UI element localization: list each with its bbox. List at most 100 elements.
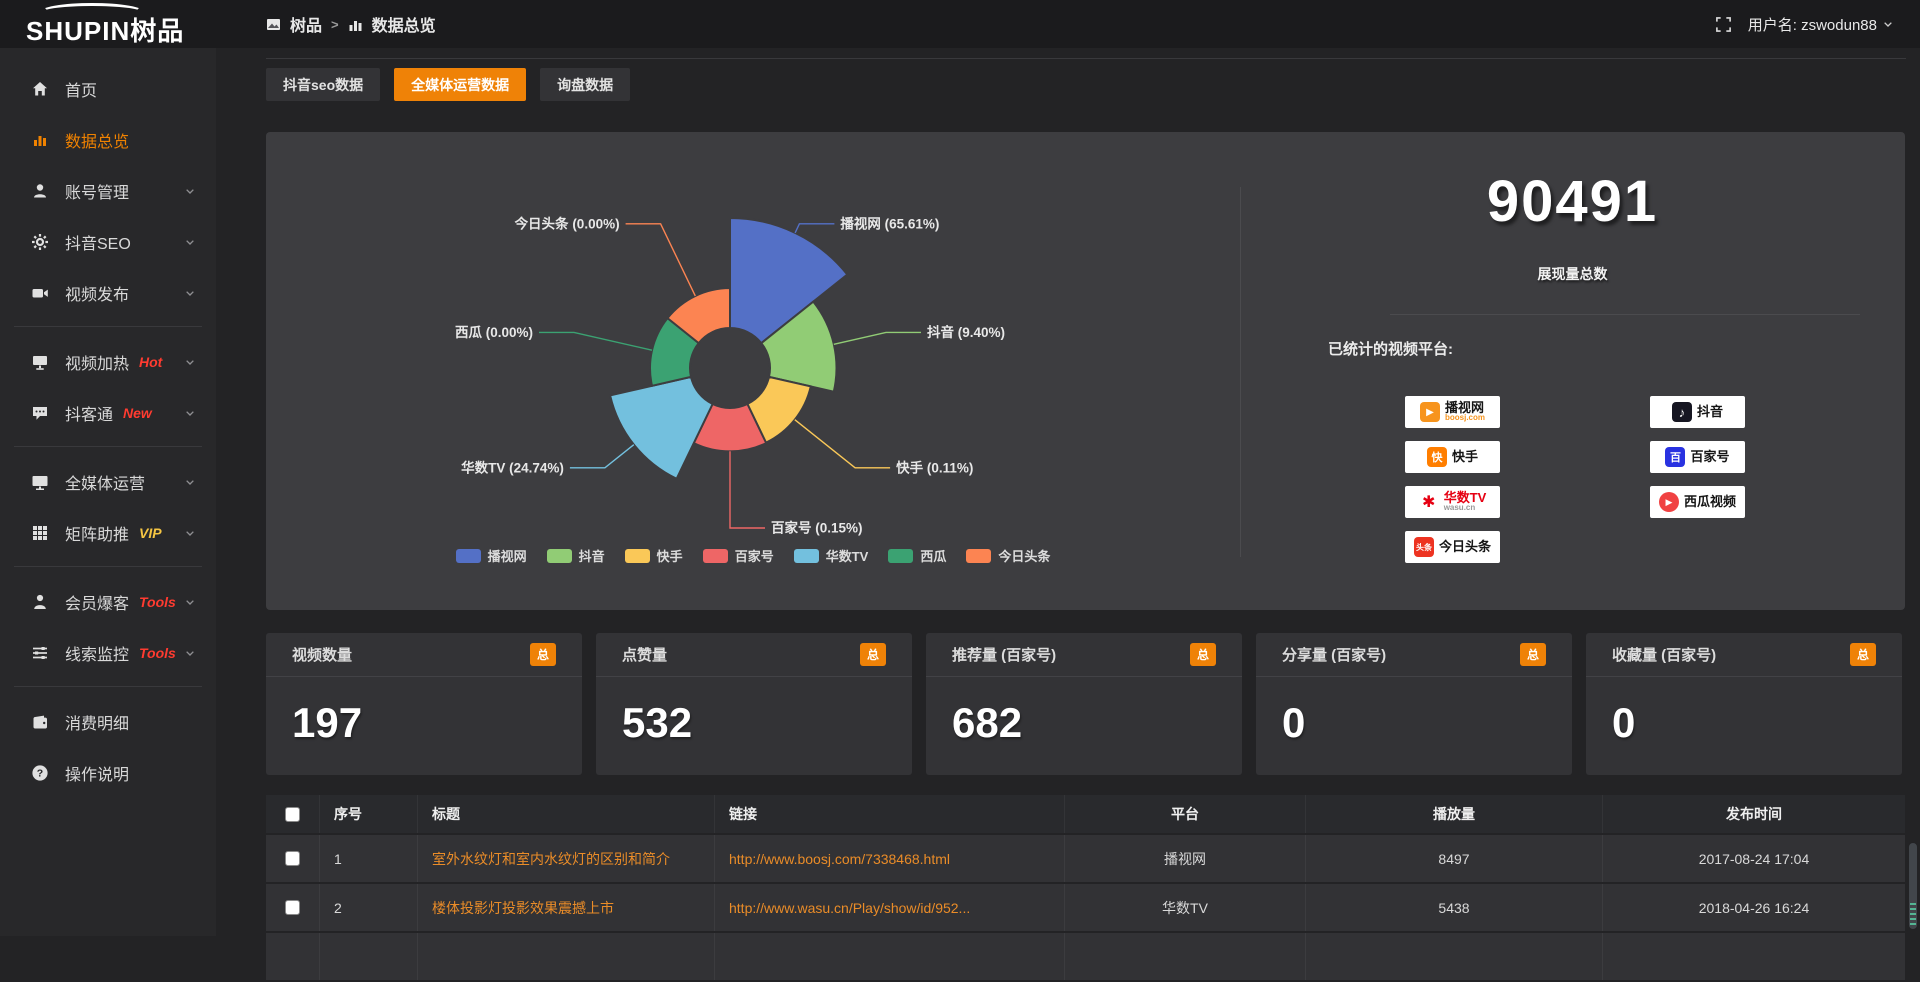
platform-name: 华数TV: [1444, 491, 1487, 505]
video-icon: [30, 284, 50, 302]
legend-item-今日头条[interactable]: 今日头条: [966, 546, 1050, 565]
legend-item-播视网[interactable]: 播视网: [456, 546, 527, 565]
sidebar-item-label: 首页: [65, 77, 97, 101]
cell-title[interactable]: 楼体投影灯投影效果震撼上市: [418, 884, 715, 931]
sidebar-item-data-overview[interactable]: 数据总览: [0, 114, 216, 165]
total-badge: 总: [1850, 643, 1876, 666]
sidebar-item-label: 视频发布: [65, 281, 129, 305]
cell-link[interactable]: http://www.boosj.com/7338468.html: [715, 835, 1065, 882]
sidebar-item-help[interactable]: ? 操作说明: [0, 747, 216, 798]
pie-label-line: [570, 445, 634, 468]
sidebar-item-label: 会员爆客: [65, 590, 129, 614]
legend-label: 抖音: [579, 546, 605, 565]
cell-plays: 5438: [1306, 884, 1603, 931]
sidebar-item-home[interactable]: 首页: [0, 63, 216, 114]
platforms-label: 已统计的视频平台:: [1328, 338, 1453, 359]
legend-label: 华数TV: [826, 546, 869, 565]
legend-swatch: [794, 549, 819, 563]
chevron-down-icon: [184, 287, 196, 299]
legend-swatch: [966, 549, 991, 563]
tab-2[interactable]: 全媒体运营数据: [394, 68, 526, 101]
tab-3[interactable]: 询盘数据: [540, 68, 630, 101]
sidebar-item-member-baoke[interactable]: 会员爆客Tools: [0, 576, 216, 627]
tab-1[interactable]: 抖音seo数据: [266, 68, 380, 101]
logo-text: SHUPIN树品: [26, 11, 184, 48]
select-all-checkbox[interactable]: [285, 807, 300, 822]
sidebar-item-douyin-seo[interactable]: 抖音SEO: [0, 216, 216, 267]
table-header-6: 发布时间: [1603, 795, 1905, 833]
home-icon: [30, 80, 50, 98]
sidebar-item-douketong[interactable]: 抖客通New: [0, 387, 216, 438]
sidebar-item-video-publish[interactable]: 视频发布: [0, 267, 216, 318]
chevron-down-icon: [184, 647, 196, 659]
pie-slice-华数TV[interactable]: [610, 377, 713, 479]
sidebar-item-badge: Tools: [139, 645, 176, 661]
cell-platform: 播视网: [1065, 835, 1306, 882]
sidebar-item-video-heat[interactable]: 视频加热Hot: [0, 336, 216, 387]
stat-card-2: 点赞量总532: [596, 633, 912, 775]
table-cell: [1065, 933, 1306, 980]
platform-badge-华数TV: ✱华数TVwasu.cn: [1405, 486, 1500, 518]
cell-title[interactable]: 室外水纹灯和室内水纹灯的区别和简介: [418, 835, 715, 882]
platform-badge-西瓜视频: ▶西瓜视频: [1650, 486, 1745, 518]
platform-sub: wasu.cn: [1444, 504, 1476, 513]
summary-divider: [1390, 314, 1860, 315]
cell-link[interactable]: http://www.wasu.cn/Play/show/id/952...: [715, 884, 1065, 931]
cell-platform: 华数TV: [1065, 884, 1306, 931]
stat-card-title: 分享量 (百家号): [1282, 644, 1386, 665]
sidebar-item-consume-detail[interactable]: 消费明细: [0, 696, 216, 747]
stat-card-value: 197: [266, 677, 582, 747]
rose-chart-svg[interactable]: 播视网 (65.61%)抖音 (9.40%)快手 (0.11%)百家号 (0.1…: [266, 132, 1240, 542]
total-badge: 总: [860, 643, 886, 666]
stat-card-title: 视频数量: [292, 644, 352, 665]
help-icon: ?: [30, 764, 50, 782]
sidebar-item-badge: VIP: [139, 525, 162, 541]
total-impressions-value: 90491: [1240, 168, 1905, 235]
sidebar-divider: [14, 446, 202, 447]
table-cell: [266, 933, 320, 980]
breadcrumb: 树品 > 数据总览: [266, 12, 436, 36]
douyin-logo-icon: ♪: [1672, 402, 1692, 422]
legend-item-华数TV[interactable]: 华数TV: [794, 546, 869, 565]
platform-sub: boosj.com: [1445, 414, 1485, 423]
legend-swatch: [547, 549, 572, 563]
legend-swatch: [888, 549, 913, 563]
sidebar-item-matrix-boost[interactable]: 矩阵助推 VIP: [0, 507, 216, 558]
sidebar-divider: [14, 326, 202, 327]
sidebar-item-badge: Hot: [139, 354, 162, 370]
sidebar-item-omnimedia[interactable]: 全媒体运营: [0, 456, 216, 507]
sidebar-item-label: 数据总览: [65, 128, 129, 152]
pie-label-line: [795, 420, 890, 468]
scrollbar-thumb[interactable]: [1908, 842, 1918, 930]
platform-name: 西瓜视频: [1684, 495, 1736, 509]
sidebar-item-label: 矩阵助推: [65, 521, 129, 545]
legend-item-西瓜[interactable]: 西瓜: [888, 546, 946, 565]
chevron-down-icon: [184, 356, 196, 368]
sidebar-item-account-manage[interactable]: 账号管理: [0, 165, 216, 216]
row-checkbox[interactable]: [285, 851, 300, 866]
chevron-down-icon: [184, 236, 196, 248]
fullscreen-icon[interactable]: [1715, 16, 1732, 33]
stat-card-value: 0: [1256, 677, 1572, 747]
app-logo: SHUPIN树品: [0, 0, 216, 48]
user-menu[interactable]: 用户名: zswodun88: [1748, 14, 1894, 35]
kuaishou-logo-icon: 快: [1427, 447, 1447, 467]
sidebar-item-label: 操作说明: [65, 761, 129, 785]
sidebar-item-clue-monitor[interactable]: 线索监控Tools: [0, 627, 216, 678]
legend-item-抖音[interactable]: 抖音: [547, 546, 605, 565]
legend-item-快手[interactable]: 快手: [625, 546, 683, 565]
legend-item-百家号[interactable]: 百家号: [703, 546, 774, 565]
bar-chart-icon: [348, 17, 363, 32]
row-checkbox[interactable]: [285, 900, 300, 915]
svg-text:?: ?: [37, 767, 43, 779]
total-badge: 总: [1520, 643, 1546, 666]
chevron-down-icon: [184, 407, 196, 419]
breadcrumb-home[interactable]: 树品: [290, 12, 322, 36]
cell-plays: 8497: [1306, 835, 1603, 882]
stat-card-value: 532: [596, 677, 912, 747]
overview-panel: 播视网 (65.61%)抖音 (9.40%)快手 (0.11%)百家号 (0.1…: [266, 132, 1905, 610]
pie-label-华数TV: 华数TV (24.74%): [461, 459, 564, 475]
table-header-4: 平台: [1065, 795, 1306, 833]
rose-chart[interactable]: 播视网 (65.61%)抖音 (9.40%)快手 (0.11%)百家号 (0.1…: [266, 132, 1240, 610]
table-cell: [715, 933, 1065, 980]
